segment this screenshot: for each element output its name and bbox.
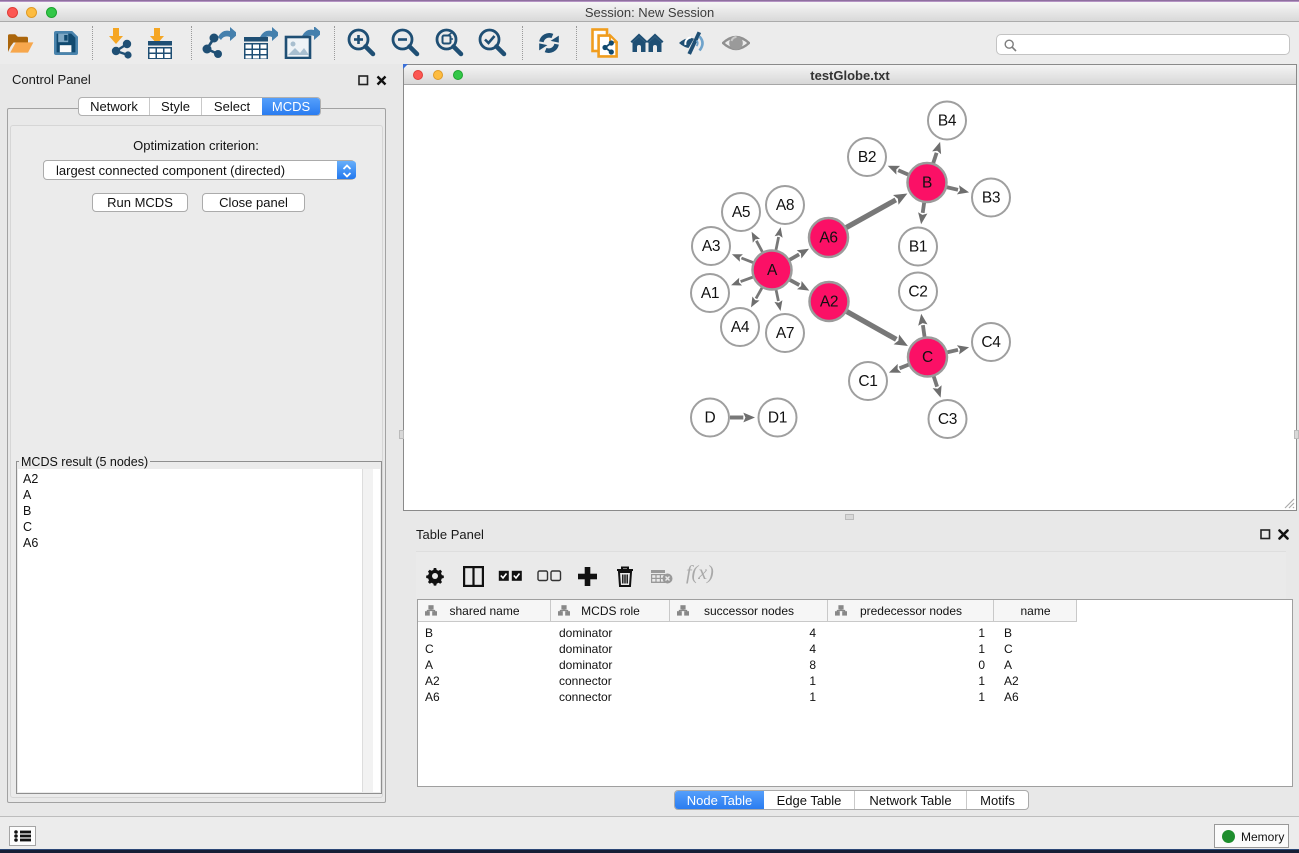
- svg-text:B2: B2: [858, 149, 876, 166]
- svg-text:A5: A5: [732, 204, 750, 221]
- svg-text:A7: A7: [776, 325, 794, 342]
- svg-text:C3: C3: [938, 411, 957, 428]
- svg-text:B4: B4: [938, 113, 957, 130]
- svg-text:A2: A2: [820, 294, 838, 311]
- svg-text:B3: B3: [982, 190, 1000, 207]
- svg-text:D: D: [705, 410, 716, 427]
- svg-text:B: B: [922, 175, 932, 192]
- svg-text:B1: B1: [909, 239, 927, 256]
- svg-text:C2: C2: [908, 284, 927, 301]
- svg-text:A: A: [767, 262, 778, 279]
- svg-text:C: C: [922, 349, 933, 366]
- svg-text:A4: A4: [731, 319, 750, 336]
- svg-text:A6: A6: [819, 230, 837, 247]
- svg-text:A3: A3: [702, 238, 720, 255]
- svg-text:A1: A1: [701, 285, 719, 302]
- svg-text:D1: D1: [768, 410, 787, 427]
- svg-text:A8: A8: [776, 197, 794, 214]
- svg-text:C4: C4: [981, 334, 1001, 351]
- svg-text:C1: C1: [858, 373, 877, 390]
